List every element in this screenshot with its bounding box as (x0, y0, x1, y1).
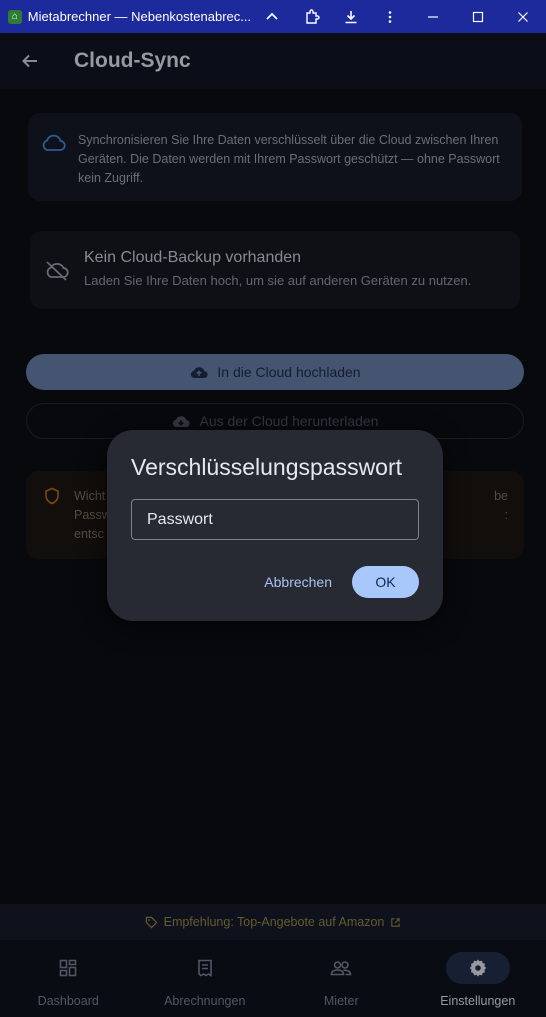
maximize-icon (472, 11, 484, 22)
more-button[interactable] (371, 0, 410, 33)
ok-button[interactable]: OK (352, 566, 419, 598)
puzzle-icon (305, 8, 320, 24)
dialog-title: Verschlüsselungspasswort (131, 454, 403, 480)
window-titlebar: ⌂ Mietabrechner — Nebenkostenabrec... (0, 0, 546, 33)
minimize-icon (427, 15, 438, 18)
collapse-button[interactable] (252, 0, 291, 33)
password-dialog: Verschlüsselungspasswort Abbrechen OK (107, 430, 443, 621)
download-button[interactable] (331, 0, 370, 33)
password-input[interactable] (131, 499, 419, 540)
window-title: Mietabrechner — Nebenkostenabrec... (27, 9, 252, 24)
more-vert-icon (389, 10, 392, 23)
maximize-button[interactable] (455, 0, 500, 33)
chevron-up-icon (266, 12, 278, 20)
minimize-button[interactable] (410, 0, 455, 33)
download-icon (345, 10, 357, 23)
cancel-button[interactable]: Abbrechen (252, 566, 344, 598)
close-window-button[interactable] (501, 0, 546, 33)
close-icon (518, 11, 529, 22)
app-icon: ⌂ (8, 9, 22, 24)
extensions-button[interactable] (292, 0, 331, 33)
